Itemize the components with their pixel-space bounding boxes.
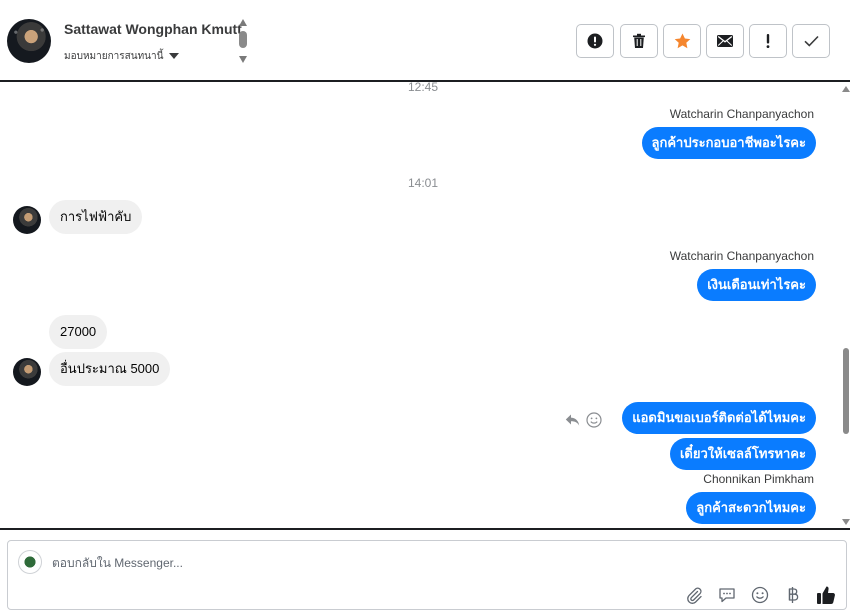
scroll-thumb[interactable] — [239, 31, 247, 48]
incoming-message[interactable]: การไฟฟ้าคับ — [49, 200, 143, 234]
sender-name: Watcharin Chanpanyachon — [669, 249, 814, 263]
reply-composer[interactable] — [7, 540, 847, 610]
outgoing-message[interactable]: ลูกค้าประกอบอาชีพอะไรคะ — [641, 127, 816, 159]
message-actions — [565, 412, 602, 433]
page-logo-avatar — [18, 550, 42, 574]
outgoing-message[interactable]: แอดมินขอเบอร์ติดต่อได้ไหมคะ — [622, 402, 816, 434]
sender-name: Chonnikan Pimkham — [703, 472, 814, 486]
star-button[interactable] — [663, 24, 701, 58]
sender-name: Watcharin Chanpanyachon — [669, 107, 814, 121]
reply-icon[interactable] — [565, 414, 580, 432]
emoji-icon[interactable] — [750, 585, 770, 605]
incoming-message[interactable]: 27000 — [49, 315, 108, 349]
saved-reply-icon[interactable] — [717, 585, 737, 605]
scroll-up-arrow[interactable] — [239, 19, 247, 26]
assign-conversation-dropdown[interactable]: มอบหมายการสนทนานี้ — [64, 49, 180, 64]
contact-avatar[interactable] — [7, 19, 51, 63]
envelope-icon — [717, 35, 733, 47]
assign-conversation-label: มอบหมายการสนทนานี้ — [64, 51, 164, 62]
scroll-thumb[interactable] — [843, 348, 849, 434]
thread-scrollbar[interactable] — [842, 82, 850, 528]
reply-input[interactable] — [52, 553, 652, 573]
message-thread[interactable]: 12:45 Watcharin Chanpanyachon ลูกค้าประก… — [0, 82, 850, 528]
star-icon — [674, 33, 691, 49]
outgoing-message[interactable]: ลูกค้าสะดวกไหมคะ — [686, 492, 816, 524]
check-icon — [803, 35, 819, 47]
timestamp: 12:45 — [407, 82, 439, 94]
alert-circle-icon — [587, 33, 603, 49]
contact-name[interactable]: Sattawat Wongphan Kmutt — [64, 21, 242, 37]
contact-avatar-small[interactable] — [13, 358, 41, 386]
composer-toolbar — [684, 585, 836, 605]
caret-down-icon — [169, 53, 180, 60]
delete-button[interactable] — [620, 24, 658, 58]
exclamation-icon — [765, 33, 771, 49]
thumbs-up-icon[interactable] — [816, 585, 836, 605]
timestamp: 14:01 — [407, 176, 439, 190]
trash-icon — [632, 33, 646, 49]
conversation-header: Sattawat Wongphan Kmutt มอบหมายการสนทนาน… — [0, 0, 850, 82]
contact-avatar-small[interactable] — [13, 206, 41, 234]
scroll-down-arrow[interactable] — [842, 519, 850, 525]
baht-icon[interactable] — [783, 585, 803, 605]
outgoing-message[interactable]: เงินเดือนเท่าไรคะ — [697, 269, 816, 301]
scroll-down-arrow[interactable] — [239, 56, 247, 63]
mark-spam-button[interactable] — [576, 24, 614, 58]
composer-divider — [0, 528, 850, 530]
scroll-up-arrow[interactable] — [842, 86, 850, 92]
incoming-message[interactable]: อื่นประมาณ 5000 — [49, 352, 171, 386]
react-emoji-icon[interactable] — [586, 412, 602, 433]
paperclip-icon[interactable] — [684, 585, 704, 605]
mark-unread-button[interactable] — [706, 24, 744, 58]
header-scrollbar[interactable] — [238, 19, 248, 65]
outgoing-message[interactable]: เดี๋ยวให้เซลล์โทรหาคะ — [669, 438, 816, 470]
follow-up-button[interactable] — [749, 24, 787, 58]
mark-done-button[interactable] — [792, 24, 830, 58]
